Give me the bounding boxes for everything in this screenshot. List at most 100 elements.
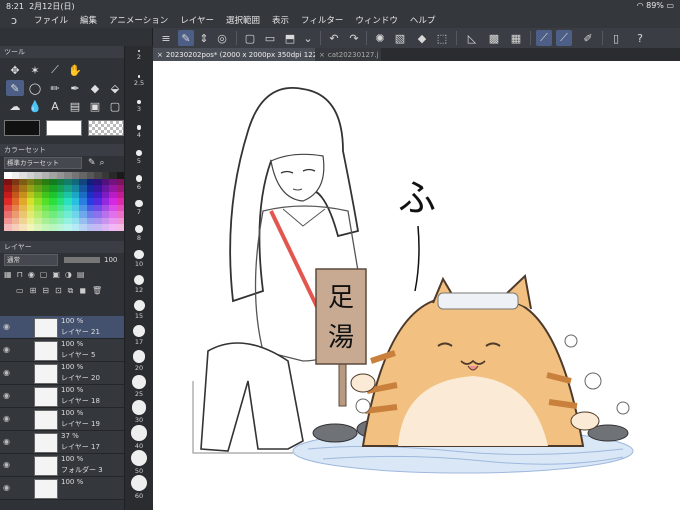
transform-icon[interactable]: ⬚ <box>434 30 450 46</box>
hamburger-menu-icon[interactable]: ≡ <box>158 30 174 46</box>
eye-icon[interactable]: ◉ <box>3 368 10 377</box>
new-vector-icon[interactable]: ⊞ <box>30 286 37 295</box>
brush-size-option[interactable]: 15 <box>125 300 153 320</box>
move-icon[interactable]: ✥ <box>6 62 24 78</box>
color-swatch[interactable] <box>49 224 57 231</box>
brush-size-option[interactable]: 25 <box>125 375 153 398</box>
eye-icon[interactable]: ◉ <box>3 322 10 331</box>
copy-layer-icon[interactable]: ⧉ <box>68 286 74 296</box>
brush-size-option[interactable]: 8 <box>125 225 153 242</box>
color-swatch[interactable] <box>19 224 27 231</box>
menu-file[interactable]: ファイル <box>28 14 74 26</box>
color-swatch[interactable] <box>79 224 87 231</box>
brush-size-option[interactable]: 30 <box>125 400 153 424</box>
magic-wand-icon[interactable]: ✶ <box>26 62 44 78</box>
brush-size-option[interactable]: 20 <box>125 350 153 372</box>
mask-add-icon[interactable]: ◼ <box>79 286 86 295</box>
brush-icon[interactable]: ✒ <box>66 80 84 96</box>
blend-mode-dropdown[interactable]: 通常 <box>4 253 58 266</box>
layer-row[interactable]: ◉ 100 % レイヤー 20 <box>0 362 124 385</box>
color-swatch[interactable] <box>41 224 49 231</box>
save-icon[interactable]: ⬒ <box>282 30 298 46</box>
brush-size-option[interactable]: 10 <box>125 250 153 268</box>
color-swatch[interactable] <box>56 224 64 231</box>
color-swatch[interactable] <box>94 224 102 231</box>
menu-filter[interactable]: フィルター <box>295 14 349 26</box>
eye-icon[interactable]: ◉ <box>3 460 10 469</box>
color-swatch[interactable] <box>101 224 109 231</box>
color-swatch[interactable] <box>34 224 42 231</box>
drawing-canvas[interactable]: 足 湯 ふ <box>153 61 680 510</box>
color-swatch[interactable] <box>11 224 19 231</box>
menu-animation[interactable]: アニメーション <box>103 14 174 26</box>
layer-row[interactable]: ◉ 100 % <box>0 477 124 500</box>
menu-help[interactable]: ヘルプ <box>404 14 442 26</box>
color-swatch[interactable] <box>4 224 12 231</box>
smartphone-icon[interactable]: ▯ <box>608 30 624 46</box>
layer-row[interactable]: ◉ 100 % フォルダー 3 <box>0 454 124 477</box>
layer-row[interactable]: ◉ 100 % レイヤー 5 <box>0 339 124 362</box>
layer-row[interactable]: ◉ 100 % レイヤー 21 <box>0 316 124 339</box>
eye-icon[interactable]: ◉ <box>3 391 10 400</box>
main-color[interactable] <box>4 120 40 136</box>
clip-studio-icon[interactable]: ◎ <box>214 30 230 46</box>
layer-row[interactable]: ◉ 100 % レイヤー 19 <box>0 408 124 431</box>
brush-size-option[interactable]: 40 <box>125 425 153 450</box>
trash-icon[interactable]: 🗑 <box>92 286 102 295</box>
bucket-icon[interactable]: ⬙ <box>106 80 124 96</box>
text-icon[interactable]: A <box>46 98 64 114</box>
blur-icon[interactable]: ☁ <box>6 98 24 114</box>
new-folder-icon[interactable]: ⊟ <box>42 286 49 295</box>
edit-icon[interactable]: ✎ <box>178 30 194 46</box>
color-swatch[interactable] <box>116 224 124 231</box>
loading-icon[interactable]: ✺ <box>372 30 388 46</box>
mask-icon[interactable]: ▢ <box>40 270 48 279</box>
brush-size-option[interactable]: 6 <box>125 175 153 191</box>
eye-icon[interactable]: ◉ <box>3 345 10 354</box>
deselect-icon[interactable]: ◺ <box>464 30 480 46</box>
palette-layer-icon[interactable]: ▤ <box>77 270 85 279</box>
gradient-icon[interactable]: ▣ <box>86 98 104 114</box>
pen-tool-icon[interactable]: ✎ <box>6 80 24 96</box>
clear-icon[interactable]: ▧ <box>392 30 408 46</box>
merge-icon[interactable]: ⊡ <box>55 286 62 295</box>
layer-row[interactable]: ◉ 100 % レイヤー 18 <box>0 385 124 408</box>
arrows-icon[interactable]: ⇕ <box>196 30 212 46</box>
brush-size-option[interactable]: 5 <box>125 150 153 165</box>
opacity-value[interactable]: 100 <box>104 256 117 264</box>
transparent-color[interactable] <box>88 120 124 136</box>
pen-icon[interactable]: ✐ <box>580 30 596 46</box>
new-file-icon[interactable]: ▢ <box>242 30 258 46</box>
tab-active-document[interactable]: × 20230202pos* (2000 x 2000px 350dpi 122.… <box>153 48 333 61</box>
pencil-icon[interactable]: ✏ <box>46 80 64 96</box>
brush-size-option[interactable]: 12 <box>125 275 153 294</box>
crop-icon[interactable]: ▩ <box>486 30 502 46</box>
layer-row[interactable]: ◉ 37 % レイヤー 17 <box>0 431 124 454</box>
new-layer-icon[interactable]: ▭ <box>16 286 24 295</box>
help-icon[interactable]: ? <box>632 30 648 46</box>
menu-layer[interactable]: レイヤー <box>174 14 220 26</box>
frame-icon[interactable]: ▢ <box>106 98 124 114</box>
color-icon[interactable]: ◑ <box>65 270 72 279</box>
menu-window[interactable]: ウィンドウ <box>349 14 404 26</box>
sub-color[interactable] <box>46 120 82 136</box>
menu-view[interactable]: 表示 <box>266 14 295 26</box>
eyedropper-icon[interactable]: ⟋ <box>46 62 64 78</box>
app-logo-icon[interactable]: ↄ <box>0 14 28 27</box>
clip-icon[interactable]: ⊓ <box>17 270 23 279</box>
brush-size-option[interactable]: 3 <box>125 100 153 113</box>
fill-icon[interactable]: ◆ <box>414 30 430 46</box>
eye-icon[interactable]: ◉ <box>3 414 10 423</box>
invert-icon[interactable]: ▦ <box>508 30 524 46</box>
ref-icon[interactable]: ◉ <box>28 270 35 279</box>
hand-icon[interactable]: ✋ <box>66 62 84 78</box>
brush-size-option[interactable]: 2.5 <box>125 75 153 87</box>
color-set-dropdown[interactable]: 標準カラーセット <box>4 157 82 169</box>
tab-close-icon[interactable]: × <box>319 51 325 59</box>
eraser-icon[interactable]: ◆ <box>86 80 104 96</box>
brush-size-option[interactable]: 50 <box>125 450 153 475</box>
lock-icon[interactable]: ▦ <box>4 270 12 279</box>
chevron-down-icon[interactable]: ⌄ <box>300 30 316 46</box>
brush-size-option[interactable]: 60 <box>125 475 153 500</box>
tab-close-icon[interactable]: × <box>157 51 163 59</box>
